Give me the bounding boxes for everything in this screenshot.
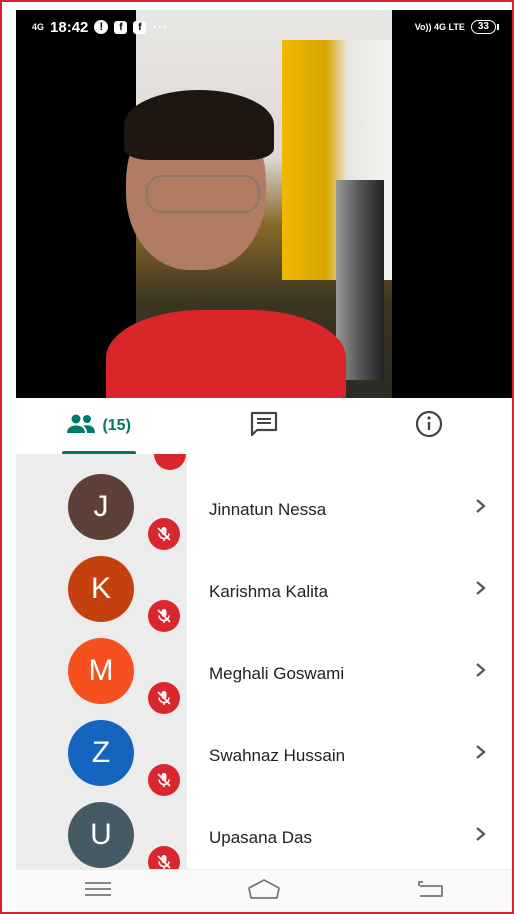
status-time: 18:42 [50, 18, 89, 36]
info-icon [415, 410, 443, 443]
screen-frame: 4G 18:42 ! f f ··· Vo)) 4G LTE 33 (15) J… [0, 0, 514, 914]
chevron-right-icon[interactable] [474, 660, 488, 686]
chevron-right-icon[interactable] [474, 742, 488, 768]
participant-name: Meghali Goswami [209, 664, 345, 683]
menu-icon[interactable] [83, 879, 113, 904]
chat-icon [249, 410, 279, 443]
system-nav-bar [16, 869, 512, 912]
participant-name: Swahnaz Hussain [209, 746, 346, 765]
facebook-icon-2: f [133, 20, 147, 34]
battery-indicator: 33 [470, 20, 500, 34]
video-feed[interactable]: 4G 18:42 ! f f ··· Vo)) 4G LTE 33 [16, 10, 512, 398]
avatar: K [68, 556, 134, 622]
chevron-right-icon[interactable] [474, 578, 488, 604]
chevron-right-icon[interactable] [474, 824, 488, 850]
home-icon[interactable] [247, 878, 281, 905]
chevron-right-icon[interactable] [474, 496, 488, 522]
participant-name: Karishma Kalita [209, 582, 329, 601]
participant-row[interactable]: Z Swahnaz Hussain [16, 708, 512, 796]
participant-row[interactable]: K Karishma Kalita [16, 544, 512, 632]
avatar: U [68, 802, 134, 868]
avatar: Z [68, 720, 134, 786]
avatar: M [68, 638, 134, 704]
participant-name: Upasana Das [209, 828, 313, 847]
participant-row[interactable]: M Meghali Goswami [16, 626, 512, 714]
tab-participants[interactable]: (15) [16, 398, 181, 454]
mic-off-icon [148, 846, 180, 869]
meeting-tabs: (15) [16, 398, 512, 455]
participant-name: Jinnatun Nessa [209, 500, 327, 519]
participant-row[interactable]: J Jinnatun Nessa [16, 462, 512, 550]
participant-count: (15) [102, 417, 131, 434]
tab-info[interactable] [347, 398, 512, 454]
alert-icon: ! [94, 20, 109, 34]
participant-row[interactable]: U Upasana Das [16, 790, 512, 869]
avatar: J [68, 474, 134, 540]
back-icon[interactable] [415, 878, 445, 905]
network-indicator: 4G [32, 22, 45, 32]
facebook-icon: f [114, 20, 128, 34]
camera-image [106, 10, 392, 398]
tab-chat[interactable] [181, 398, 346, 454]
status-bar: 4G 18:42 ! f f ··· Vo)) 4G LTE 33 [16, 10, 512, 44]
people-icon [66, 414, 96, 439]
lte-indicator: Vo)) 4G LTE [414, 22, 465, 32]
participant-list[interactable]: J Jinnatun Nessa K Karishma Kalita M Meghali … [16, 454, 512, 869]
more-notifications: ··· [152, 18, 168, 36]
